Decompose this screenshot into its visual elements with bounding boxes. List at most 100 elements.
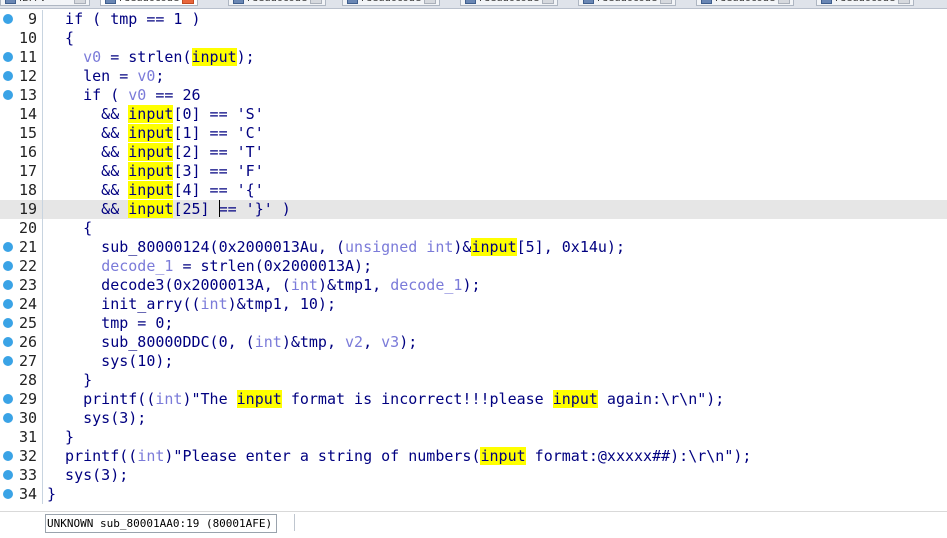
breakpoint-dot-icon[interactable]	[3, 470, 13, 480]
code-text[interactable]: decode_1 = strlen(0x2000013A);	[47, 257, 372, 276]
line-number: 16	[18, 143, 37, 161]
code-text[interactable]: && input[3] == 'F'	[47, 162, 264, 181]
local-variable: int	[155, 390, 183, 408]
code-line[interactable]: 16 && input[2] == 'T'	[0, 143, 947, 162]
code-text[interactable]: && input[0] == 'S'	[47, 105, 264, 124]
tab-5[interactable]: Pseudocode	[460, 0, 558, 6]
code-text[interactable]: sub_80000DDC(0, (int)&tmp, v2, v3);	[47, 333, 417, 352]
code-token: [3] == 'F'	[173, 162, 264, 180]
code-line[interactable]: 24 init_arry((int)&tmp1, 10);	[0, 295, 947, 314]
code-text[interactable]: init_arry((int)&tmp1, 10);	[47, 295, 336, 314]
close-icon[interactable]	[310, 0, 322, 4]
tab-label: Pseudocode	[715, 0, 775, 4]
code-text[interactable]: tmp = 0;	[47, 314, 173, 333]
code-line[interactable]: 18 && input[4] == '{'	[0, 181, 947, 200]
code-line[interactable]: 33 sys(3);	[0, 466, 947, 485]
code-line[interactable]: 17 && input[3] == 'F'	[0, 162, 947, 181]
code-text[interactable]: && input[2] == 'T'	[47, 143, 264, 162]
code-line[interactable]: 10 {	[0, 29, 947, 48]
code-text[interactable]: sys(3);	[47, 466, 128, 485]
pseudocode-editor[interactable]: 9 if ( tmp == 1 ) 10 {11 v0 = strlen(inpu…	[0, 8, 947, 511]
code-line[interactable]: 28 }	[0, 371, 947, 390]
code-text[interactable]: {	[47, 29, 74, 48]
tab-4[interactable]: Pseudocode	[342, 0, 440, 6]
close-icon[interactable]	[182, 0, 194, 4]
code-line[interactable]: 32 printf((int)"Please enter a string of…	[0, 447, 947, 466]
tab-2[interactable]: Pseudocode	[100, 0, 198, 6]
line-number: 30	[18, 409, 37, 427]
tab-3[interactable]: Pseudocode	[228, 0, 326, 6]
code-line[interactable]: 12 len = v0;	[0, 67, 947, 86]
code-line[interactable]: 21 sub_80000124(0x2000013Au, (unsigned i…	[0, 238, 947, 257]
code-text[interactable]: printf((int)"Please enter a string of nu…	[47, 447, 751, 466]
close-icon[interactable]	[898, 0, 910, 4]
gutter-separator	[42, 333, 43, 352]
breakpoint-dot-icon[interactable]	[3, 261, 13, 271]
breakpoint-dot-icon[interactable]	[3, 242, 13, 252]
code-line[interactable]: 22 decode_1 = strlen(0x2000013A);	[0, 257, 947, 276]
code-text[interactable]: && input[1] == 'C'	[47, 124, 264, 143]
code-line[interactable]: 13 if ( v0 == 26	[0, 86, 947, 105]
code-text[interactable]: sys(3);	[47, 409, 146, 428]
tab-7[interactable]: Pseudocode	[696, 0, 794, 6]
breakpoint-dot-icon[interactable]	[3, 337, 13, 347]
gutter-separator	[42, 276, 43, 295]
breakpoint-dot-icon[interactable]	[3, 394, 13, 404]
code-text[interactable]: printf((int)"The input format is incorre…	[47, 390, 724, 409]
breakpoint-dot-icon[interactable]	[3, 52, 13, 62]
breakpoint-dot-icon[interactable]	[3, 489, 13, 499]
code-line[interactable]: 15 && input[1] == 'C'	[0, 124, 947, 143]
code-text[interactable]: len = v0;	[47, 67, 164, 86]
code-text[interactable]: decode3(0x2000013A, (int)&tmp1, decode_1…	[47, 276, 480, 295]
code-line[interactable]: 25 tmp = 0;	[0, 314, 947, 333]
tab-1[interactable]: IDA V	[0, 0, 90, 6]
close-icon[interactable]	[424, 0, 436, 4]
code-text[interactable]: && input[25] == '}' )	[47, 200, 291, 219]
code-line[interactable]: 11 v0 = strlen(input);	[0, 48, 947, 67]
gutter-separator	[42, 428, 43, 447]
code-line[interactable]: 29 printf((int)"The input format is inco…	[0, 390, 947, 409]
code-text[interactable]: sys(10);	[47, 352, 173, 371]
code-line[interactable]: 31 }	[0, 428, 947, 447]
code-text[interactable]: }	[47, 485, 56, 504]
breakpoint-dot-icon[interactable]	[3, 90, 13, 100]
code-line[interactable]: 26 sub_80000DDC(0, (int)&tmp, v2, v3);	[0, 333, 947, 352]
code-token: if ( tmp == 1 )	[47, 10, 201, 28]
code-text[interactable]: if ( v0 == 26	[47, 86, 200, 105]
status-divider	[294, 514, 295, 531]
code-line[interactable]: 34}	[0, 485, 947, 504]
code-text[interactable]: && input[4] == '{'	[47, 181, 264, 200]
close-icon[interactable]	[778, 0, 790, 4]
code-text[interactable]: sub_80000124(0x2000013Au, (unsigned int)…	[47, 238, 625, 257]
code-line[interactable]: 30 sys(3);	[0, 409, 947, 428]
tab-8[interactable]: Pseudocode	[816, 0, 914, 6]
breakpoint-dot-icon[interactable]	[3, 451, 13, 461]
close-icon[interactable]	[660, 0, 672, 4]
breakpoint-dot-icon[interactable]	[3, 280, 13, 290]
tab-6[interactable]: Pseudocode	[578, 0, 676, 6]
breakpoint-dot-icon[interactable]	[3, 299, 13, 309]
code-line[interactable]: 27 sys(10);	[0, 352, 947, 371]
code-line[interactable]: 14 && input[0] == 'S'	[0, 105, 947, 124]
code-line[interactable]: 9 if ( tmp == 1 )	[0, 10, 947, 29]
breakpoint-dot-icon[interactable]	[3, 413, 13, 423]
code-text[interactable]: }	[47, 428, 74, 447]
breakpoint-dot-icon[interactable]	[3, 71, 13, 81]
line-number: 23	[18, 276, 37, 294]
local-variable: v0	[83, 48, 102, 66]
tab-label: Pseudocode	[247, 0, 307, 4]
code-line[interactable]: 20 {	[0, 219, 947, 238]
breakpoint-dot-icon[interactable]	[3, 356, 13, 366]
code-text[interactable]: if ( tmp == 1 )	[47, 10, 201, 29]
code-text[interactable]: v0 = strlen(input);	[47, 48, 255, 67]
breakpoint-dot-icon[interactable]	[3, 14, 13, 24]
line-number: 10	[18, 29, 37, 47]
code-text[interactable]: {	[47, 219, 92, 238]
code-text[interactable]: }	[47, 371, 92, 390]
line-number: 26	[18, 333, 37, 351]
close-icon[interactable]	[74, 0, 86, 4]
code-line[interactable]: 23 decode3(0x2000013A, (int)&tmp1, decod…	[0, 276, 947, 295]
breakpoint-dot-icon[interactable]	[3, 318, 13, 328]
close-icon[interactable]	[542, 0, 554, 4]
code-line[interactable]: 19 && input[25] == '}' )	[0, 200, 947, 219]
